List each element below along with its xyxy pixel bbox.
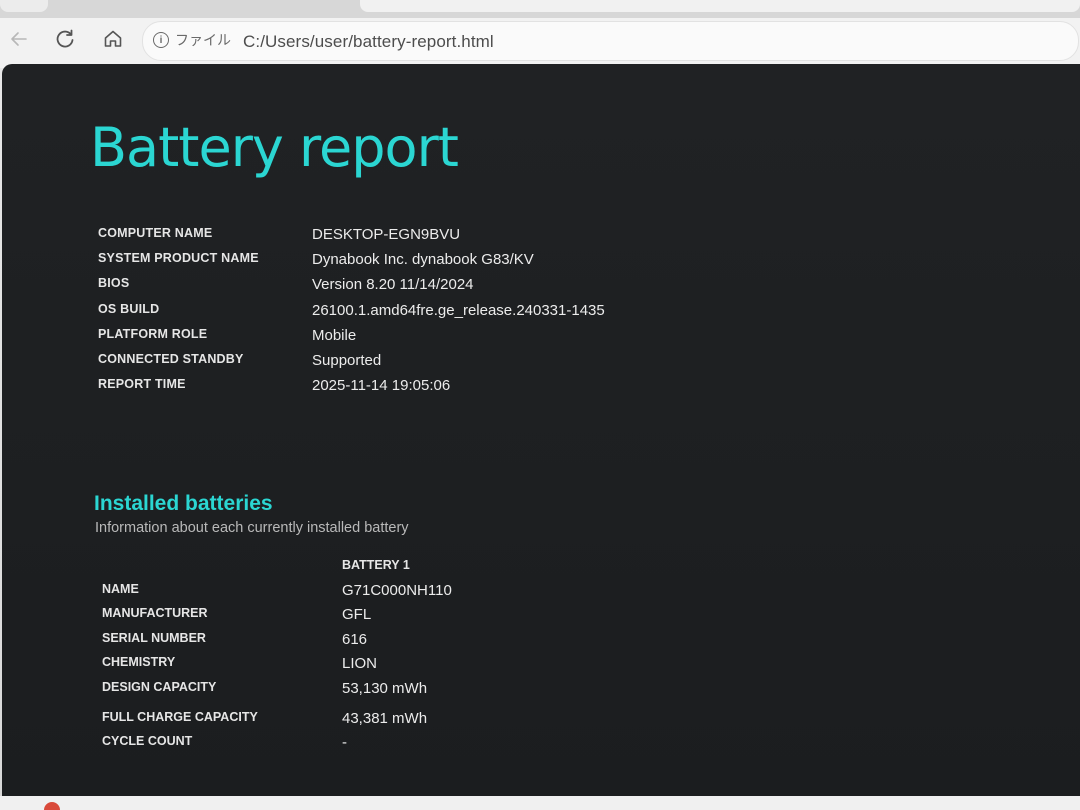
info-label: PLATFORM ROLE xyxy=(98,326,208,341)
battery-label: DESIGN CAPACITY xyxy=(102,679,217,694)
battery-label: FULL CHARGE CAPACITY xyxy=(102,709,258,724)
address-bar[interactable]: i ファイル C:/Users/user/battery-report.html xyxy=(142,21,1079,61)
info-value: 2025-11-14 19:05:06 xyxy=(312,377,451,395)
page-title: Battery report xyxy=(90,116,459,179)
site-info-button[interactable]: i ファイル xyxy=(153,30,231,50)
battery-column-header: BATTERY 1 xyxy=(342,558,410,572)
url-text[interactable]: C:/Users/user/battery-report.html xyxy=(243,32,494,52)
info-label: BIOS xyxy=(98,276,130,291)
reload-button[interactable] xyxy=(50,24,80,54)
battery-label: SERIAL NUMBER xyxy=(102,630,206,645)
info-value: 26100.1.amd64fre.ge_release.240331-1435 xyxy=(312,301,605,319)
info-label: REPORT TIME xyxy=(98,377,186,392)
battery-value: LION xyxy=(342,655,378,673)
info-label: COMPUTER NAME xyxy=(98,226,213,240)
home-button[interactable] xyxy=(98,24,128,54)
taskbar-edge xyxy=(0,796,1080,810)
info-value: Version 8.20 11/14/2024 xyxy=(312,276,474,294)
back-button[interactable] xyxy=(4,24,34,54)
browser-toolbar: i ファイル C:/Users/user/battery-report.html xyxy=(0,18,1080,68)
battery-value: G71C000NH110 xyxy=(342,582,452,599)
battery-label: MANUFACTURER xyxy=(102,606,208,621)
installed-batteries-subtitle: Information about each currently install… xyxy=(95,520,409,536)
battery-value: 43,381 mWh xyxy=(342,709,428,727)
browser-tab[interactable] xyxy=(0,0,48,12)
info-value: Supported xyxy=(312,351,382,369)
battery-label: CHEMISTRY xyxy=(102,655,176,670)
info-label: OS BUILD xyxy=(98,301,160,316)
app-icon[interactable] xyxy=(44,802,60,810)
info-value: Mobile xyxy=(312,326,357,344)
info-label: CONNECTED STANDBY xyxy=(98,351,244,366)
screen: i ファイル C:/Users/user/battery-report.html… xyxy=(0,0,1080,810)
battery-value: GFL xyxy=(342,606,372,624)
info-value: Dynabook Inc. dynabook G83/KV xyxy=(312,251,534,269)
report-page: Battery report COMPUTER NAME DESKTOP-EGN… xyxy=(2,64,1080,796)
battery-label: NAME xyxy=(102,582,139,596)
reload-icon xyxy=(54,28,76,50)
battery-value: 616 xyxy=(342,630,368,648)
browser-tab-active[interactable] xyxy=(360,0,1080,12)
back-arrow-icon xyxy=(9,29,29,49)
site-info-label: ファイル xyxy=(175,32,231,48)
info-value: DESKTOP-EGN9BVU xyxy=(312,226,461,243)
battery-value: 53,130 mWh xyxy=(342,679,428,697)
info-icon: i xyxy=(153,32,169,48)
battery-value: - xyxy=(342,734,347,752)
battery-label: CYCLE COUNT xyxy=(102,734,193,749)
home-icon xyxy=(102,28,124,50)
info-label: SYSTEM PRODUCT NAME xyxy=(98,251,259,266)
installed-batteries-heading: Installed batteries xyxy=(94,492,273,515)
tab-strip xyxy=(0,0,1080,18)
